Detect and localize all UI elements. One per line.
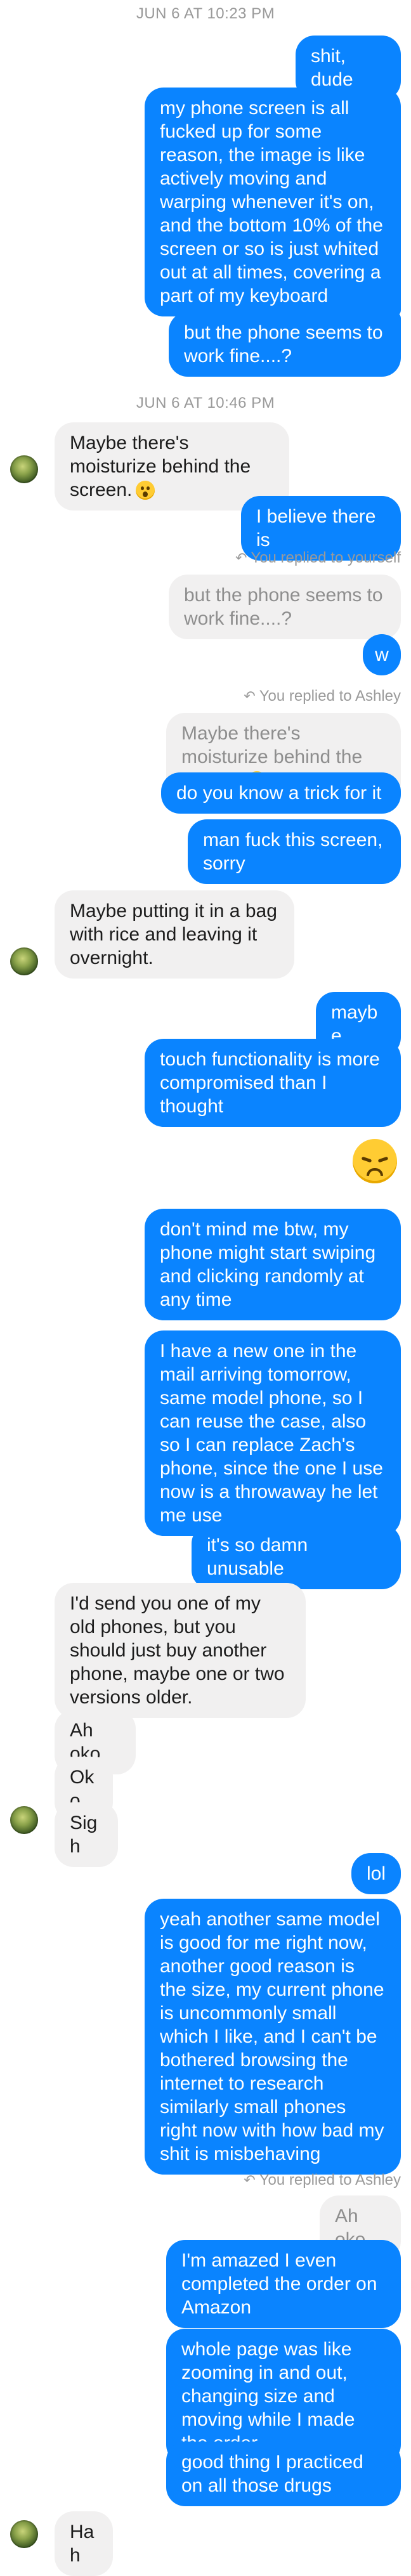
avatar[interactable] [10, 947, 38, 975]
message-text: it's so damn unusable [207, 1535, 313, 1579]
message-text: yeah another same model is good for me r… [160, 1909, 389, 2164]
message-bubble-outgoing[interactable]: I'm amazed I even completed the order on… [166, 2240, 401, 2328]
avatar[interactable] [10, 1806, 38, 1834]
message-text: but the phone seems to work fine....? [184, 585, 388, 629]
message-bubble-incoming[interactable]: Maybe putting it in a bag with rice and … [55, 890, 294, 979]
message-bubble-incoming[interactable]: I'd send you one of my old phones, but y… [55, 1583, 306, 1718]
message-text: w [375, 644, 389, 665]
avatar[interactable] [10, 2520, 38, 2548]
avatar[interactable] [10, 455, 38, 483]
message-bubble-outgoing[interactable]: don't mind me btw, my phone might start … [145, 1209, 401, 1320]
message-text: Maybe there's moisturize behind the scre… [70, 433, 256, 500]
message-bubble-incoming[interactable]: Hah [55, 2511, 113, 2576]
message-bubble-outgoing[interactable]: good thing I practiced on all those drug… [166, 2442, 401, 2506]
message-bubble-outgoing[interactable]: I have a new one in the mail arriving to… [145, 1330, 401, 1536]
message-bubble-outgoing[interactable]: touch functionality is more compromised … [145, 1039, 401, 1127]
message-bubble-outgoing[interactable]: but the phone seems to work fine....? [169, 312, 401, 377]
message-text: shit, dude [311, 46, 353, 90]
message-bubble-incoming[interactable]: Sigh [55, 1802, 118, 1867]
reply-indicator: ↶ You replied to yourself [235, 549, 401, 566]
reply-indicator: ↶ You replied to Ashley [244, 2171, 401, 2189]
message-bubble-outgoing[interactable]: do you know a trick for it [161, 772, 401, 814]
message-bubble-outgoing[interactable]: w [363, 634, 401, 675]
message-text: don't mind me btw, my phone might start … [160, 1219, 381, 1310]
message-text: I'm amazed I even completed the order on… [181, 2250, 382, 2318]
reply-arrow-icon: ↶ [235, 550, 247, 566]
message-text: Sigh [70, 1812, 98, 1857]
timestamp: JUN 6 AT 10:46 PM [136, 394, 275, 412]
message-text: do you know a trick for it [176, 783, 382, 803]
message-text: Hah [70, 2521, 95, 2566]
message-text: whole page was like zooming in and out, … [181, 2339, 355, 2454]
message-text: my phone screen is all fucked up for som… [160, 98, 389, 306]
message-bubble-outgoing[interactable]: yeah another same model is good for me r… [145, 1899, 401, 2175]
message-text: lol [367, 1863, 386, 1884]
message-bubble-outgoing[interactable]: man fuck this screen, sorry [188, 819, 401, 884]
quoted-message[interactable]: but the phone seems to work fine....? [169, 575, 401, 639]
message-text: touch functionality is more compromised … [160, 1049, 386, 1117]
reply-arrow-icon: ↶ [244, 688, 256, 704]
reply-arrow-icon: ↶ [244, 2172, 256, 2188]
message-text: I have a new one in the mail arriving to… [160, 1341, 389, 1526]
message-text: but the phone seems to work fine....? [184, 322, 388, 367]
message-text: Maybe putting it in a bag with rice and … [70, 901, 283, 968]
surprised-face-icon [136, 481, 155, 500]
message-bubble-outgoing[interactable]: it's so damn unusable [192, 1525, 401, 1589]
message-bubble-outgoing[interactable]: lol [351, 1853, 401, 1894]
message-text: I believe there is [256, 506, 381, 550]
timestamp: JUN 6 AT 10:23 PM [136, 5, 275, 22]
message-text: I'd send you one of my old phones, but y… [70, 1593, 290, 1708]
disappointed-face-icon[interactable] [353, 1139, 397, 1183]
message-bubble-outgoing[interactable]: my phone screen is all fucked up for som… [145, 88, 401, 316]
message-text: man fuck this screen, sorry [203, 829, 388, 874]
message-text: good thing I practiced on all those drug… [181, 2452, 369, 2496]
reply-indicator: ↶ You replied to Ashley [244, 687, 401, 705]
